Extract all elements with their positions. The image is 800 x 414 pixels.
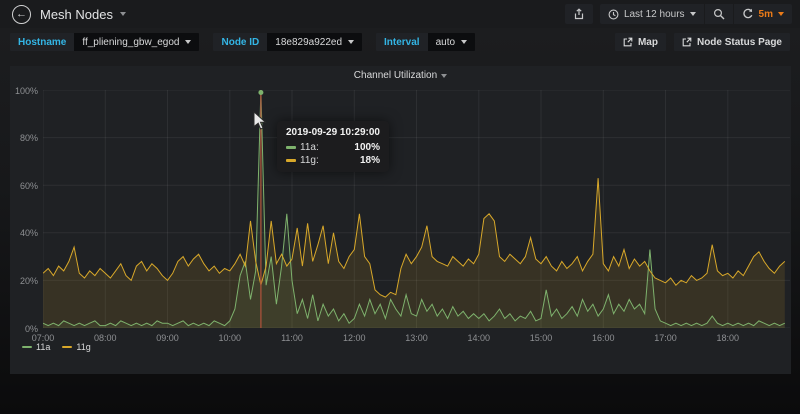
variable-nodeid-value-dropdown[interactable]: 18e829a922ed <box>267 33 362 51</box>
x-axis-tick: 18:00 <box>712 333 744 343</box>
variable-interval: Interval auto <box>376 33 475 51</box>
panel-title-dropdown[interactable]: Channel Utilization <box>10 70 791 81</box>
series-swatch-11g <box>286 159 296 162</box>
navbar-actions: Last 12 hours 5m <box>565 4 792 24</box>
x-axis-tick: 10:00 <box>214 333 246 343</box>
chevron-down-icon <box>441 74 447 78</box>
y-axis-tick: 0% <box>12 324 38 334</box>
tooltip-row-11a: 11a: 100% <box>286 142 380 153</box>
share-icon <box>573 8 585 20</box>
legend-item-11g[interactable]: 11g <box>62 342 90 352</box>
variable-hostname-value-dropdown[interactable]: ff_pliening_gbw_egod <box>74 33 199 51</box>
chart-plot-area[interactable] <box>43 90 790 328</box>
legend-label-11a: 11a <box>36 342 50 352</box>
chevron-down-icon <box>778 12 784 16</box>
x-axis-tick: 14:00 <box>463 333 495 343</box>
y-axis-tick: 40% <box>12 228 38 238</box>
series-swatch-11a <box>286 146 296 149</box>
node-status-page-label: Node Status Page <box>697 37 782 48</box>
x-axis-tick: 15:00 <box>525 333 557 343</box>
back-button[interactable]: ← <box>12 5 31 24</box>
variable-nodeid-value: 18e829a922ed <box>275 37 342 48</box>
tooltip-row-11g: 11g: 18% <box>286 155 380 166</box>
x-axis-tick: 08:00 <box>89 333 121 343</box>
variable-interval-value: auto <box>436 37 455 48</box>
y-axis-tick: 20% <box>12 276 38 286</box>
tooltip-series-11g: 11g: <box>300 155 319 166</box>
chevron-down-icon <box>120 12 126 16</box>
chevron-down-icon <box>185 40 191 44</box>
variable-hostname: Hostname ff_pliening_gbw_egod <box>10 33 199 51</box>
map-link[interactable]: Map <box>615 33 666 51</box>
back-arrow-icon: ← <box>16 9 27 20</box>
time-range-picker[interactable]: Last 12 hours <box>600 4 704 24</box>
dashboard-links: Map Node Status Page <box>615 33 790 51</box>
y-axis-tick: 100% <box>12 86 38 96</box>
x-axis-tick: 16:00 <box>587 333 619 343</box>
x-axis-tick: 09:00 <box>152 333 184 343</box>
chevron-down-icon <box>348 40 354 44</box>
external-link-icon <box>623 37 633 47</box>
y-axis-tick: 80% <box>12 133 38 143</box>
legend-swatch-11g <box>62 346 72 349</box>
x-axis-tick: 17:00 <box>650 333 682 343</box>
external-link-icon <box>682 37 692 47</box>
channel-utilization-panel: Channel Utilization 0%20%40%60%80%100%07… <box>10 66 791 374</box>
chart-tooltip: 2019-09-29 10:29:00 11a: 100% 11g: 18% <box>277 121 389 172</box>
x-axis-tick: 11:00 <box>276 333 308 343</box>
variable-hostname-label: Hostname <box>10 33 74 51</box>
refresh-interval-label[interactable]: 5m <box>759 9 773 20</box>
navbar: ← Mesh Nodes Last 12 hours <box>0 0 800 28</box>
chart-legend: 11a 11g <box>22 342 91 352</box>
time-range-label: Last 12 hours <box>624 9 685 20</box>
y-axis-tick: 60% <box>12 181 38 191</box>
legend-label-11g: 11g <box>76 342 90 352</box>
refresh-button[interactable]: 5m <box>734 4 792 24</box>
time-controls: Last 12 hours 5m <box>600 4 792 24</box>
variable-nodeid-label: Node ID <box>213 33 267 51</box>
share-button[interactable] <box>565 4 593 24</box>
panel-title: Channel Utilization <box>354 70 437 81</box>
dashboard-title-dropdown[interactable]: Mesh Nodes <box>40 7 126 22</box>
dashboard-title: Mesh Nodes <box>40 7 113 22</box>
x-axis-tick: 12:00 <box>338 333 370 343</box>
refresh-icon <box>742 8 754 20</box>
chevron-down-icon <box>690 12 696 16</box>
zoom-out-icon <box>713 8 725 20</box>
zoom-out-button[interactable] <box>705 4 733 24</box>
clock-icon <box>608 9 619 20</box>
variable-nodeid: Node ID 18e829a922ed <box>213 33 362 51</box>
node-status-page-link[interactable]: Node Status Page <box>674 33 790 51</box>
x-axis-tick: 13:00 <box>401 333 433 343</box>
variable-hostname-value: ff_pliening_gbw_egod <box>82 37 179 48</box>
grafana-dashboard: { "navbar": { "title": "Mesh Nodes", "ti… <box>0 0 800 414</box>
tooltip-value-11a: 100% <box>338 142 380 153</box>
variable-interval-value-dropdown[interactable]: auto <box>428 33 475 51</box>
chevron-down-icon <box>461 40 467 44</box>
map-link-label: Map <box>638 37 658 48</box>
tooltip-value-11g: 18% <box>344 155 380 166</box>
submenu-row: Hostname ff_pliening_gbw_egod Node ID 18… <box>10 33 790 51</box>
tooltip-timestamp: 2019-09-29 10:29:00 <box>286 127 380 138</box>
chart-svg <box>43 90 790 328</box>
tooltip-series-11a: 11a: <box>300 142 319 153</box>
variable-interval-label: Interval <box>376 33 428 51</box>
legend-item-11a[interactable]: 11a <box>22 342 50 352</box>
legend-swatch-11a <box>22 346 32 349</box>
